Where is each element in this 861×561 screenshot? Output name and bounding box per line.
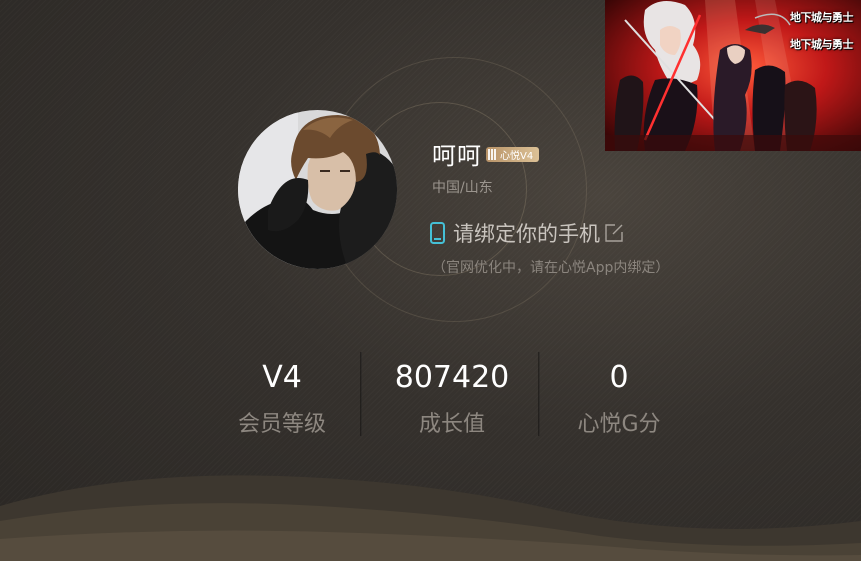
stat-member-level: V4 会员等级 [197, 352, 367, 438]
game-logo: 地下城与勇士 [790, 38, 854, 51]
vip-badge-icon: 心悦V4 [486, 147, 540, 162]
username: 呵呵 [432, 142, 482, 170]
bind-note: （官网优化中，请在心悦App内绑定） [432, 260, 670, 276]
game-banner[interactable]: 地下城与勇士 地下城与勇士 [605, 0, 861, 151]
avatar[interactable] [238, 110, 397, 269]
bind-phone-link[interactable]: 请绑定你的手机 [430, 218, 624, 248]
phone-icon [430, 222, 445, 244]
stat-value: 807420 [394, 360, 510, 395]
stat-label: 心悦G分 [577, 412, 661, 437]
stat-value: V4 [262, 360, 302, 395]
game-logo: 地下城与勇士 [790, 11, 854, 24]
stat-label: 会员等级 [237, 412, 326, 437]
avatar-image [238, 110, 397, 269]
user-location: 中国/山东 [432, 180, 493, 196]
stats-divider [360, 352, 362, 436]
stat-g-points: 0 心悦G分 [534, 352, 704, 438]
stat-value: 0 [609, 360, 629, 395]
username-row: 呵呵 心悦V4 [432, 136, 540, 171]
bind-phone-label: 请绑定你的手机 [453, 222, 600, 246]
edit-icon[interactable] [604, 223, 624, 243]
stat-growth-value: 807420 成长值 [367, 352, 537, 438]
stats-panel: V4 会员等级 807420 成长值 0 心悦G分 [200, 352, 720, 444]
decorative-waves [0, 475, 861, 561]
stat-label: 成长值 [418, 412, 485, 437]
